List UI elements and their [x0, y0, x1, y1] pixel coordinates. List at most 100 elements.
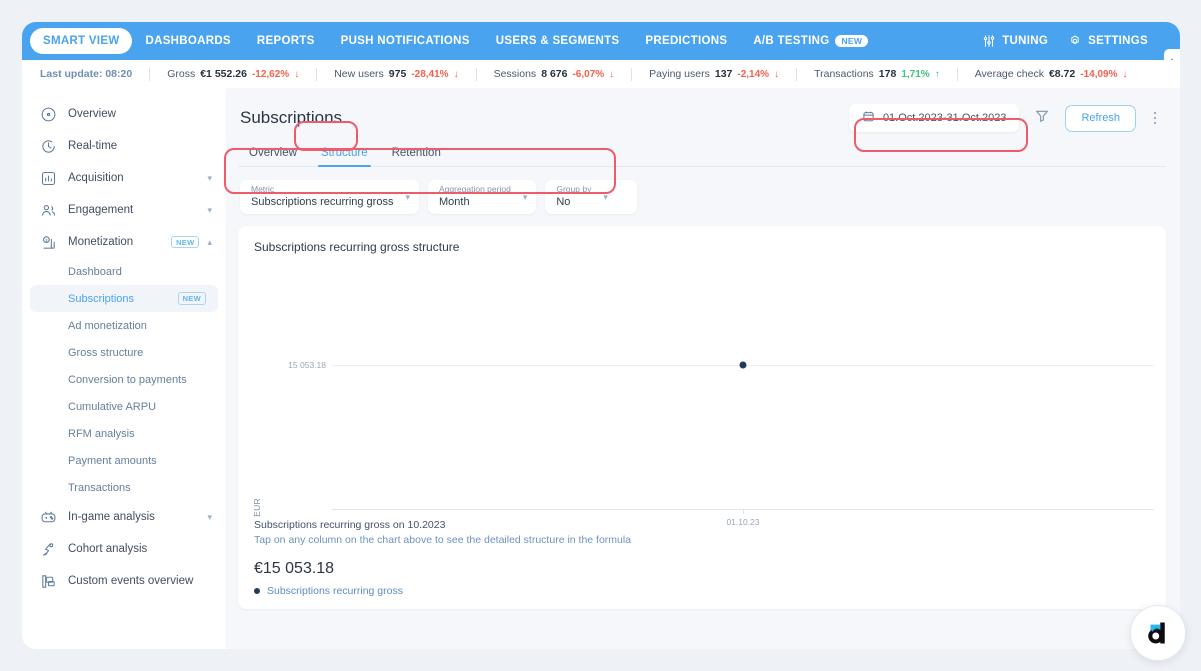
- kpi-delta: -6,07%: [572, 69, 605, 80]
- sidebar-item-in-game-analysis[interactable]: In-game analysis ▾: [22, 501, 226, 533]
- sidebar-subitem-gross-structure[interactable]: Gross structure: [22, 339, 226, 366]
- kpi-delta: -14,09%: [1080, 69, 1118, 80]
- nav-item-dashboards[interactable]: DASHBOARDS: [132, 28, 243, 54]
- arrow-down-icon: ↓: [774, 69, 780, 80]
- chart-x-tick-mark: [743, 509, 744, 514]
- gear-icon: [1068, 34, 1082, 48]
- group-by-dropdown-text: Group by No: [556, 184, 592, 209]
- group-by-dropdown-label: Group by: [556, 184, 592, 195]
- kpi-paying-users: Paying users 137 -2,14% ↓: [649, 68, 779, 80]
- tab-retention[interactable]: Retention: [383, 142, 450, 166]
- aggregation-period-dropdown[interactable]: Aggregation period Month ▾: [427, 180, 537, 214]
- sidebar-item-cohort-analysis[interactable]: Cohort analysis: [22, 533, 226, 565]
- sidebar-subitem-subscriptions[interactable]: Subscriptions NEW: [30, 285, 218, 312]
- filter-controls-row: Metric Subscriptions recurring gross ▾ A…: [238, 167, 1168, 226]
- chevron-down-icon: ▾: [603, 191, 608, 202]
- chart-footer-hint: Tap on any column on the chart above to …: [254, 534, 632, 546]
- nav-item-predictions[interactable]: PREDICTIONS: [632, 28, 740, 54]
- nav-item-ab-testing[interactable]: A/B TESTING NEW: [740, 28, 881, 54]
- new-badge: NEW: [171, 235, 200, 249]
- sidebar-subitem-label: Cumulative ARPU: [68, 400, 157, 413]
- arrow-down-icon: ↓: [609, 69, 615, 80]
- tab-bar: Overview Structure Retention: [238, 142, 1166, 167]
- sidebar-item-overview[interactable]: Overview: [22, 98, 226, 130]
- sidebar-item-engagement[interactable]: Engagement ▾: [22, 194, 226, 226]
- sidebar-subitem-rfm-analysis[interactable]: RFM analysis: [22, 420, 226, 447]
- tab-label: Structure: [320, 147, 368, 159]
- kpi-label: Sessions: [493, 68, 537, 80]
- kpi-label: Average check: [974, 68, 1044, 80]
- tab-label: Retention: [391, 147, 441, 159]
- sidebar-subitem-conversion-to-payments[interactable]: Conversion to payments: [22, 366, 226, 393]
- refresh-button[interactable]: Refresh: [1065, 104, 1136, 132]
- chat-widget-logo-icon: [1148, 622, 1165, 644]
- divider: [956, 67, 958, 81]
- chevron-down-icon[interactable]: ▾: [207, 512, 212, 523]
- nav-item-label: PUSH NOTIFICATIONS: [340, 35, 470, 47]
- nav-item-label: SMART VIEW: [43, 35, 120, 47]
- page-header: Subscriptions 01.Oct.2023-31.Oct.2023 Re…: [238, 100, 1168, 142]
- sidebar-subitem-cumulative-arpu[interactable]: Cumulative ARPU: [22, 393, 226, 420]
- legend-label[interactable]: Subscriptions recurring gross: [267, 585, 403, 597]
- sidebar-navigation: Overview Real-time Acquisition ▾ Engagem…: [22, 88, 226, 649]
- sidebar-subitem-transactions[interactable]: Transactions: [22, 474, 226, 501]
- kpi-sessions: Sessions 8 676 -6,07% ↓: [494, 68, 615, 80]
- divider: [149, 67, 151, 81]
- sidebar-subitem-payment-amounts[interactable]: Payment amounts: [22, 447, 226, 474]
- sidebar-item-real-time[interactable]: Real-time: [22, 130, 226, 162]
- app-window: SMART VIEW DASHBOARDS REPORTS PUSH NOTIF…: [22, 22, 1186, 661]
- tab-overview[interactable]: Overview: [240, 142, 306, 166]
- sidebar-item-label: Overview: [68, 108, 116, 120]
- sidebar-item-label: In-game analysis: [68, 511, 155, 523]
- sidebar-item-custom-events-overview[interactable]: Custom events overview: [22, 565, 226, 597]
- sidebar-subitem-dashboard[interactable]: Dashboard: [22, 258, 226, 285]
- chart-data-point[interactable]: [739, 361, 747, 369]
- sidebar-item-acquisition[interactable]: Acquisition ▾: [22, 162, 226, 194]
- sidebar-subitem-label: Gross structure: [68, 346, 144, 359]
- divider: [796, 67, 798, 81]
- kpi-label: Gross: [167, 68, 196, 80]
- group-by-dropdown[interactable]: Group by No ▾: [545, 180, 638, 214]
- nav-item-settings[interactable]: SETTINGS: [1058, 28, 1158, 54]
- kpi-summary-strip: Last update: 08:20 Gross €1 552.26 -12,6…: [22, 60, 1180, 88]
- chat-widget-button[interactable]: [1130, 605, 1186, 661]
- page-header-actions: 01.Oct.2023-31.Oct.2023 Refresh: [848, 104, 1168, 132]
- refresh-button-label: Refresh: [1081, 112, 1120, 124]
- kpi-value: 178: [878, 68, 897, 80]
- metric-dropdown[interactable]: Metric Subscriptions recurring gross ▾: [240, 180, 419, 214]
- more-options-button[interactable]: [1146, 105, 1164, 131]
- gamepad-icon: [38, 507, 58, 527]
- chevron-down-icon[interactable]: ▾: [207, 173, 212, 184]
- group-by-dropdown-value: No: [556, 195, 571, 208]
- chevron-up-icon[interactable]: ▴: [207, 237, 212, 248]
- dot: [1153, 111, 1157, 115]
- sidebar-subitem-ad-monetization[interactable]: Ad monetization: [22, 312, 226, 339]
- nav-item-label: SETTINGS: [1088, 35, 1148, 47]
- divider: [631, 67, 633, 81]
- nav-item-tuning[interactable]: TUNING: [972, 28, 1058, 54]
- sidebar-subitem-label: RFM analysis: [68, 427, 135, 440]
- nav-item-reports[interactable]: REPORTS: [244, 28, 328, 54]
- chevron-down-icon: ▾: [405, 191, 410, 202]
- sidebar-item-monetization[interactable]: $ Monetization NEW ▴: [22, 226, 226, 258]
- metric-dropdown-value: Subscriptions recurring gross: [251, 195, 394, 208]
- aggregation-dropdown-text: Aggregation period Month: [439, 184, 511, 209]
- date-range-picker[interactable]: 01.Oct.2023-31.Oct.2023: [848, 104, 1020, 132]
- kpi-new-users: New users 975 -28,41% ↓: [334, 68, 458, 80]
- kpi-delta: -12,62%: [251, 69, 290, 80]
- nav-item-push-notifications[interactable]: PUSH NOTIFICATIONS: [328, 28, 483, 54]
- chevron-down-icon[interactable]: ▾: [207, 205, 212, 216]
- kpi-label: Transactions: [814, 68, 874, 80]
- kpi-delta: -2,14%: [737, 69, 770, 80]
- kpi-gross: Gross €1 552.26 -12,62% ↓: [167, 68, 299, 80]
- nav-item-smart-view[interactable]: SMART VIEW: [30, 28, 133, 54]
- filter-button[interactable]: [1029, 105, 1055, 131]
- chart-footer: Subscriptions recurring gross on 10.2023…: [254, 519, 631, 597]
- sliders-icon: [982, 34, 996, 48]
- tab-structure[interactable]: Structure: [312, 142, 377, 167]
- nav-item-users-segments[interactable]: USERS & SEGMENTS: [483, 28, 633, 54]
- sidebar-subitem-label: Subscriptions: [68, 292, 135, 305]
- cohort-icon: [38, 539, 58, 559]
- page-title: Subscriptions: [240, 108, 343, 127]
- kpi-delta: -28,41%: [411, 69, 449, 80]
